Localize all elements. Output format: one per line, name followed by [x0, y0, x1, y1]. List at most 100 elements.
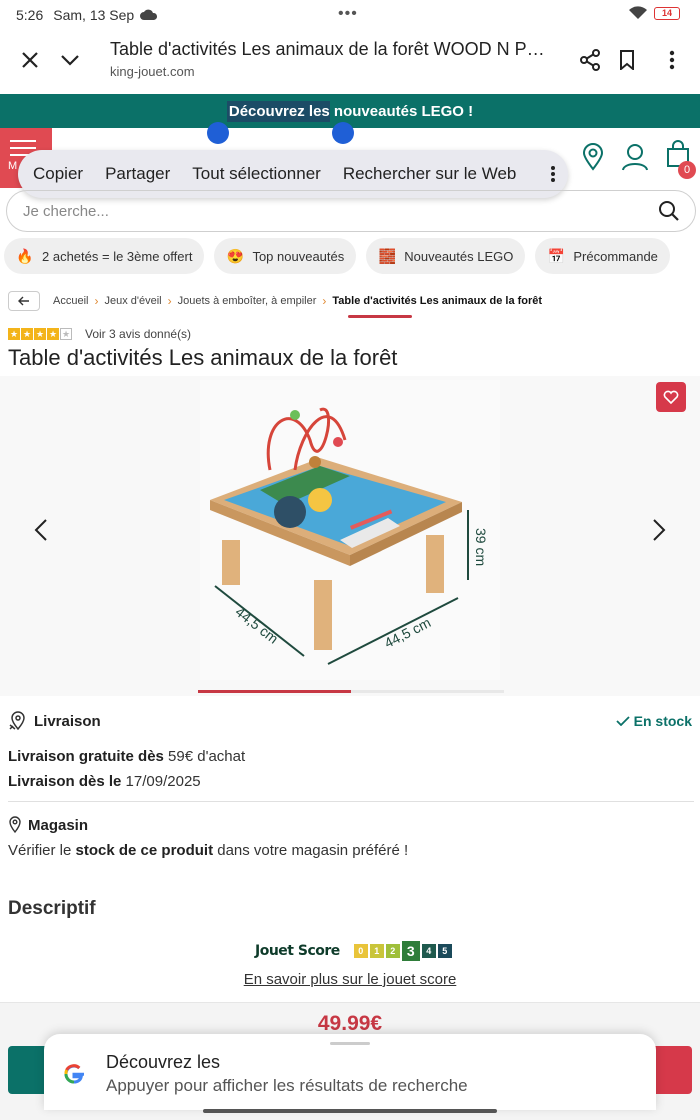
- store-heading: Magasin: [8, 816, 88, 834]
- status-bar: 5:26 Sam, 13 Sep ••• 14: [0, 0, 700, 30]
- chip-precommande[interactable]: 📅 Précommande: [535, 238, 670, 274]
- store-pickup-button[interactable]: [8, 1046, 48, 1094]
- menu-select-all[interactable]: Tout sélectionner: [192, 164, 321, 184]
- stock-label: En stock: [633, 713, 692, 729]
- heart-eyes-icon: 😍: [226, 247, 245, 264]
- score-level: 0: [353, 944, 368, 958]
- store-stock-link[interactable]: stock de ce produit: [76, 842, 214, 859]
- drag-handle[interactable]: [330, 1042, 370, 1045]
- menu-share[interactable]: Partager: [105, 164, 170, 184]
- expand-button[interactable]: [50, 40, 90, 80]
- chip-promo-3eme-offert[interactable]: 🔥 2 achetés = le 3ème offert: [4, 238, 205, 274]
- product-rating[interactable]: ★ ★ ★ ★ ★ Voir 3 avis donné(s): [8, 327, 191, 341]
- calendar-icon: 📅: [547, 247, 566, 264]
- menu-web-search[interactable]: Rechercher sur le Web: [343, 164, 517, 184]
- product-image[interactable]: 44,5 cm 44,5 cm 39 cm: [200, 380, 500, 680]
- url-block[interactable]: Table d'activités Les animaux de la forê…: [110, 39, 550, 79]
- chevron-down-icon: [61, 55, 79, 66]
- search-placeholder: Je cherche...: [23, 202, 109, 220]
- more-options-icon[interactable]: [550, 165, 556, 183]
- cart-button[interactable]: 0: [666, 140, 696, 179]
- delivery-label: Livraison: [34, 712, 101, 730]
- status-date: Sam, 13 Sep: [53, 7, 135, 23]
- browser-menu-button[interactable]: [652, 40, 692, 80]
- product-title: Table d'activités Les animaux de la forê…: [8, 345, 398, 370]
- promo-selected-text: Découvrez les: [226, 100, 330, 122]
- check-icon: [616, 716, 630, 727]
- free-delivery-line: Livraison gratuite dès 59€ d'achat: [8, 748, 245, 765]
- breadcrumb-home[interactable]: Accueil: [53, 295, 88, 307]
- score-level: 2: [385, 944, 400, 958]
- search-icon[interactable]: [657, 199, 681, 223]
- description-heading: Descriptif: [8, 898, 96, 919]
- star-filled-icon: ★: [34, 328, 46, 340]
- add-to-cart-button[interactable]: [652, 1046, 692, 1094]
- share-button[interactable]: [570, 40, 610, 80]
- free-delivery-label: Livraison gratuite dès: [8, 748, 164, 765]
- bookmark-icon: [620, 50, 634, 70]
- delivery-pin-icon: [9, 711, 25, 731]
- chip-top-nouveautes[interactable]: 😍 Top nouveautés: [214, 238, 357, 274]
- page-title: Table d'activités Les animaux de la forê…: [110, 39, 550, 59]
- menu-copy[interactable]: Copier: [33, 164, 83, 184]
- score-level-active: 3: [401, 941, 420, 961]
- heart-icon: [663, 390, 679, 404]
- reviews-link[interactable]: Voir 3 avis donné(s): [85, 327, 191, 341]
- search-input[interactable]: Je cherche...: [6, 190, 696, 232]
- promo-text: nouveautés LEGO !: [329, 102, 474, 120]
- google-search-card[interactable]: Découvrez les Appuyer pour afficher les …: [44, 1034, 656, 1110]
- lego-brick-icon: 🧱: [378, 247, 396, 264]
- chevron-right-icon: ›: [94, 294, 99, 308]
- hamburger-icon: [10, 140, 36, 142]
- delivery-date-value: 17/09/2025: [121, 773, 201, 790]
- back-button[interactable]: [8, 291, 40, 311]
- location-pin-icon: [9, 816, 21, 834]
- arrow-left-icon: [18, 296, 29, 306]
- bookmark-button[interactable]: [607, 40, 647, 80]
- menu-label: M: [8, 160, 18, 172]
- chip-nouveautes-lego[interactable]: 🧱 Nouveautés LEGO: [366, 238, 526, 274]
- google-logo-icon: [64, 1064, 84, 1084]
- close-icon: [22, 52, 38, 68]
- battery-icon: 14: [654, 6, 680, 20]
- store-label: Magasin: [28, 816, 89, 834]
- breadcrumb-jeux-eveil[interactable]: Jeux d'éveil: [104, 295, 161, 307]
- star-filled-icon: ★: [21, 328, 33, 340]
- chip-label: 2 achetés = le 3ème offert: [42, 248, 193, 264]
- chevron-left-icon[interactable]: [34, 518, 48, 542]
- more-dots-icon: •••: [338, 5, 358, 22]
- dimension-height: 39 cm: [473, 528, 489, 566]
- chevron-right-icon: ›: [322, 294, 327, 308]
- browser-toolbar: Table d'activités Les animaux de la forê…: [0, 30, 700, 94]
- kebab-menu-icon: [669, 50, 675, 70]
- breadcrumb-current: Table d'activités Les animaux de la forê…: [332, 295, 543, 318]
- wifi-icon: [629, 6, 647, 20]
- favorite-button[interactable]: [656, 382, 686, 412]
- google-card-subtitle: Appuyer pour afficher les résultats de r…: [106, 1076, 468, 1095]
- location-pin-icon[interactable]: [582, 142, 604, 171]
- free-delivery-value: 59€ d'achat: [163, 748, 246, 765]
- category-chips: 🔥 2 achetés = le 3ème offert 😍 Top nouve…: [4, 238, 700, 276]
- gesture-nav-bar[interactable]: [203, 1109, 497, 1113]
- delivery-heading: Livraison: [8, 711, 101, 731]
- jouet-score: Jouet Score 0 1 2 3 4 5: [255, 941, 454, 961]
- star-empty-icon: ★: [60, 328, 72, 340]
- share-icon: [580, 49, 600, 71]
- chevron-right-icon[interactable]: [652, 518, 666, 542]
- star-filled-icon: ★: [47, 328, 59, 340]
- stock-status: En stock: [616, 713, 692, 729]
- account-icon[interactable]: [622, 143, 648, 171]
- chip-label: Top nouveautés: [252, 248, 345, 264]
- promo-banner[interactable]: Découvrez les nouveautés LEGO !: [0, 94, 700, 128]
- breadcrumb-jouets-emboiter[interactable]: Jouets à emboîter, à empiler: [178, 295, 317, 307]
- rating-stars: ★ ★ ★ ★ ★: [8, 328, 73, 340]
- score-level: 5: [437, 944, 452, 958]
- chip-label: Nouveautés LEGO: [404, 248, 514, 264]
- table-leg: [314, 580, 332, 650]
- jouet-score-link[interactable]: En savoir plus sur le jouet score: [0, 971, 700, 988]
- star-filled-icon: ★: [8, 328, 20, 340]
- delivery-date-line: Livraison dès le 17/09/2025: [8, 773, 201, 790]
- table-leg: [426, 535, 444, 593]
- close-tab-button[interactable]: [10, 40, 50, 80]
- store-stock-text[interactable]: Vérifier le stock de ce produit dans vot…: [8, 842, 408, 859]
